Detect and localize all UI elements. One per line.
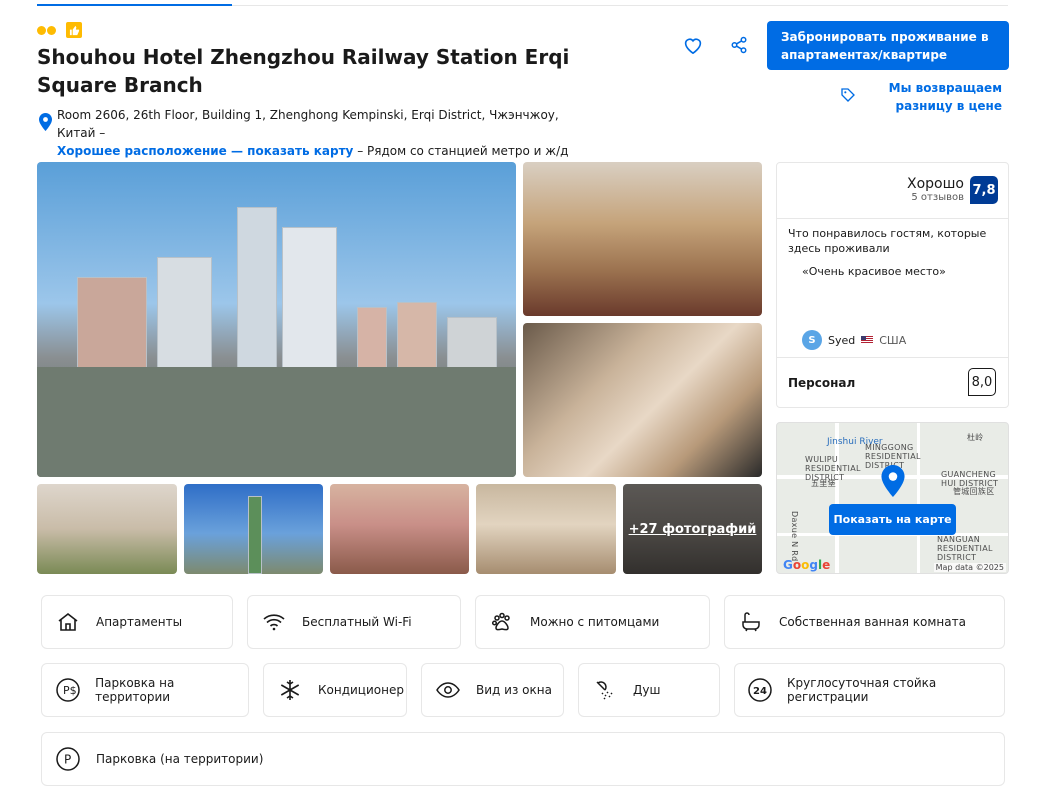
liked-heading: Что понравилось гостям, которые здесь пр… xyxy=(788,227,987,255)
facility-pets: Можно с питомцами xyxy=(475,595,710,649)
map-label: 管城回族区 xyxy=(953,487,995,496)
svg-text:P$: P$ xyxy=(63,684,77,697)
paid-parking-icon: P$ xyxy=(54,676,81,704)
usa-flag-icon xyxy=(861,336,874,344)
share-icon[interactable] xyxy=(727,33,751,57)
facility-view: Вид из окна xyxy=(421,663,564,717)
facility-label: Вид из окна xyxy=(476,683,552,697)
review-score-badge: 7,8 xyxy=(970,176,998,204)
google-logo: Google xyxy=(783,558,831,572)
facility-label: Собственная ванная комната xyxy=(779,615,966,629)
facility-label: Парковка (на территории) xyxy=(96,752,264,766)
address-text: Room 2606, 26th Floor, Building 1, Zheng… xyxy=(57,108,559,140)
rating-word: Хорошо xyxy=(907,176,964,192)
review-summary: Хорошо 5 отзывов 7,8 Что понравилось гос… xyxy=(776,162,1009,408)
facility-ac: Кондиционер xyxy=(263,663,407,717)
staff-rating-label: Персонал xyxy=(788,376,856,390)
facility-label: Душ xyxy=(633,683,661,697)
map-label: GUANCHENG HUI DISTRICT xyxy=(941,470,999,488)
facility-parking-paid: P$ Парковка на территории xyxy=(41,663,249,717)
property-badges xyxy=(37,22,82,38)
gallery-thumb-more[interactable]: +27 фотографий xyxy=(623,484,762,574)
location-pin-icon xyxy=(39,113,52,136)
apartment-icon xyxy=(54,608,82,636)
gallery-thumb[interactable] xyxy=(37,484,177,574)
gallery-thumb[interactable] xyxy=(476,484,616,574)
snowflake-icon xyxy=(276,676,304,704)
rating-header[interactable]: Хорошо 5 отзывов 7,8 xyxy=(907,176,998,204)
svg-text:P: P xyxy=(64,753,71,767)
rating-dots xyxy=(37,25,56,35)
avatar: S xyxy=(802,330,822,350)
show-on-map-button[interactable]: Показать на карте xyxy=(829,504,956,535)
thumbs-up-icon[interactable] xyxy=(66,22,82,38)
bathroom-photo[interactable] xyxy=(523,323,762,477)
facility-private-bathroom: Собственная ванная комната xyxy=(724,595,1005,649)
facility-wifi: Бесплатный Wi-Fi xyxy=(247,595,461,649)
facility-apartment: Апартаменты xyxy=(41,595,233,649)
show-on-map-link[interactable]: Хорошее расположение — показать карту xyxy=(57,144,353,158)
more-photos-link[interactable]: +27 фотографий xyxy=(623,484,762,574)
map-label: 五里堡 xyxy=(811,479,836,488)
heart-icon[interactable] xyxy=(681,33,705,57)
author-name: Syed xyxy=(828,333,856,347)
facility-label: Апартаменты xyxy=(96,615,183,629)
facility-label: Можно с питомцами xyxy=(530,615,660,629)
facility-24h-desk: 24 Круглосуточная стойка регистрации xyxy=(734,663,1005,717)
facility-parking: P Парковка (на территории) xyxy=(41,732,1005,786)
eye-icon xyxy=(434,676,462,704)
map-label: WULIPU RESIDENTIAL DISTRICT xyxy=(805,455,861,482)
gallery-thumb[interactable] xyxy=(330,484,469,574)
map-preview[interactable]: Jinshui River 杜岭 WULIPU RESIDENTIAL DIST… xyxy=(776,422,1009,574)
review-count: 5 отзывов xyxy=(911,192,964,203)
map-label: NANGUAN RESIDENTIAL DISTRICT xyxy=(937,535,993,562)
price-match-link[interactable]: Мы возвращаем разницу в цене xyxy=(870,79,1002,115)
book-apartment-button[interactable]: Забронировать проживание в апартаментах/… xyxy=(767,21,1009,70)
staff-score-badge: 8,0 xyxy=(968,368,996,396)
map-pin-icon xyxy=(881,465,905,501)
page-title: Shouhou Hotel Zhengzhou Railway Station … xyxy=(37,45,570,97)
map-data-credit: Map data ©2025 xyxy=(933,563,1006,572)
facility-label: Бесплатный Wi-Fi xyxy=(302,615,412,629)
location-note: – Рядом со станцией метро и ж/д xyxy=(357,144,569,158)
review-author: S Syed США xyxy=(802,330,906,350)
24h-icon: 24 xyxy=(747,676,773,704)
review-quote[interactable]: «Очень красивое место» xyxy=(802,264,946,279)
paw-icon xyxy=(488,608,516,636)
svg-text:24: 24 xyxy=(753,686,767,697)
facility-label: Круглосуточная стойка регистрации xyxy=(787,676,937,704)
bedroom-photo[interactable] xyxy=(523,162,762,316)
address-line: Room 2606, 26th Floor, Building 1, Zheng… xyxy=(37,106,597,160)
gallery-thumb[interactable] xyxy=(184,484,323,574)
facility-label: Кондиционер xyxy=(318,683,404,697)
shower-icon xyxy=(591,676,619,704)
price-tag-icon xyxy=(840,87,856,107)
map-label: Daxue N Rd xyxy=(790,511,799,562)
wifi-icon xyxy=(260,608,288,636)
main-photo[interactable] xyxy=(37,162,516,477)
map-label: 杜岭 xyxy=(967,433,984,442)
facility-label: Парковка на территории xyxy=(95,676,175,704)
author-country: США xyxy=(879,333,907,347)
bathtub-icon xyxy=(737,608,765,636)
facility-shower: Душ xyxy=(578,663,720,717)
active-tab-indicator xyxy=(37,4,232,6)
parking-icon: P xyxy=(54,745,82,773)
